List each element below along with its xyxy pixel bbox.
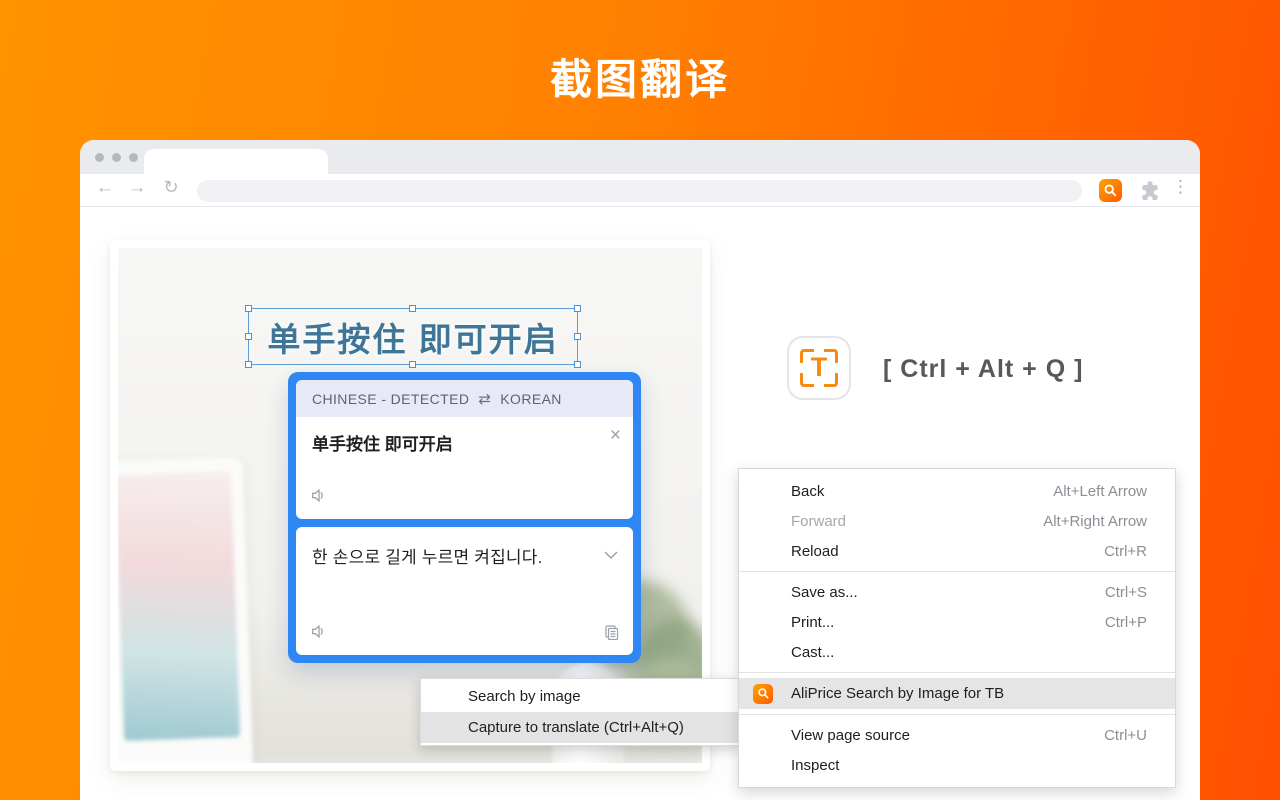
- photo-tablet: [118, 457, 254, 763]
- menu-item-aliprice[interactable]: AliPrice Search by Image for TB: [739, 678, 1175, 709]
- aliprice-extension-button[interactable]: [1099, 179, 1122, 202]
- active-tab[interactable]: [144, 149, 328, 174]
- selection-handle[interactable]: [245, 333, 252, 340]
- menu-item-view-source[interactable]: View page source Ctrl+U: [739, 720, 1175, 750]
- selection-handle[interactable]: [409, 361, 416, 368]
- swap-languages-icon[interactable]: ⇄: [478, 390, 491, 408]
- menu-item-label: Capture to translate (Ctrl+Alt+Q): [468, 719, 684, 736]
- target-language-label[interactable]: KOREAN: [500, 391, 562, 407]
- translation-panel: 한 손으로 길게 누르면 켜집니다.: [296, 527, 633, 655]
- chevron-down-icon[interactable]: [603, 547, 619, 565]
- menu-item-label: Inspect: [791, 757, 839, 774]
- source-text: 单手按住 即可开启: [296, 417, 633, 455]
- extensions-puzzle-icon[interactable]: [1140, 180, 1160, 200]
- close-icon[interactable]: ×: [610, 426, 621, 445]
- menu-separator: [739, 714, 1175, 715]
- submenu-item-capture-to-translate[interactable]: Capture to translate (Ctrl+Alt+Q): [421, 712, 741, 743]
- menu-item-label: Cast...: [791, 644, 834, 661]
- menu-item-label: View page source: [791, 727, 910, 744]
- selected-source-text: 单手按住 即可开启: [267, 313, 558, 361]
- browser-menu-kebab-icon[interactable]: ⋮: [1172, 177, 1189, 197]
- menu-item-back[interactable]: Back Alt+Left Arrow: [739, 476, 1175, 506]
- page-title: 截图翻译: [0, 46, 1280, 107]
- window-dot-icon: [95, 153, 104, 162]
- menu-item-reload[interactable]: Reload Ctrl+R: [739, 536, 1175, 566]
- menu-separator: [739, 672, 1175, 673]
- menu-item-forward: Forward Alt+Right Arrow: [739, 506, 1175, 536]
- window-dot-icon: [129, 153, 138, 162]
- speaker-icon[interactable]: [310, 487, 327, 509]
- menu-item-label: Save as...: [791, 584, 858, 601]
- menu-item-shortcut: Alt+Right Arrow: [1043, 513, 1147, 530]
- tab-bar: [80, 140, 1200, 174]
- selection-handle[interactable]: [574, 333, 581, 340]
- menu-item-print[interactable]: Print... Ctrl+P: [739, 607, 1175, 637]
- back-icon[interactable]: ←: [92, 177, 118, 199]
- capture-icon-letter: T: [789, 352, 849, 383]
- menu-item-shortcut: Ctrl+P: [1105, 614, 1147, 631]
- selection-handle[interactable]: [409, 305, 416, 312]
- menu-item-label: Reload: [791, 543, 839, 560]
- menu-item-shortcut: Ctrl+U: [1104, 727, 1147, 744]
- address-bar[interactable]: [197, 180, 1082, 202]
- menu-item-shortcut: Ctrl+S: [1105, 584, 1147, 601]
- source-panel: CHINESE - DETECTED ⇄ KOREAN 单手按住 即可开启 ×: [296, 380, 633, 519]
- menu-item-shortcut: Ctrl+R: [1104, 543, 1147, 560]
- menu-item-inspect[interactable]: Inspect: [739, 750, 1175, 780]
- language-bar: CHINESE - DETECTED ⇄ KOREAN: [296, 380, 633, 417]
- menu-item-label: Back: [791, 483, 824, 500]
- translated-text: 한 손으로 길게 누르면 켜집니다.: [296, 527, 633, 568]
- forward-icon[interactable]: →: [124, 177, 150, 199]
- selection-handle[interactable]: [245, 361, 252, 368]
- speaker-icon[interactable]: [310, 623, 327, 645]
- context-menu: Back Alt+Left Arrow Forward Alt+Right Ar…: [738, 468, 1176, 788]
- shortcut-keys-label: [ Ctrl + Alt + Q ]: [883, 355, 1083, 384]
- search-icon: [1103, 183, 1118, 198]
- menu-separator: [739, 571, 1175, 572]
- capture-to-translate-icon: T: [787, 336, 851, 400]
- photo-tablet-screen: [118, 471, 240, 741]
- menu-item-shortcut: Alt+Left Arrow: [1053, 483, 1147, 500]
- reload-icon[interactable]: ↻: [158, 177, 184, 198]
- selection-handle[interactable]: [574, 305, 581, 312]
- selection-handle[interactable]: [574, 361, 581, 368]
- menu-item-label: AliPrice Search by Image for TB: [791, 685, 1004, 702]
- aliprice-logo-icon: [753, 684, 773, 704]
- browser-window: ← → ↻ ⋮: [80, 140, 1200, 800]
- menu-item-label: Print...: [791, 614, 834, 631]
- capture-selection-box[interactable]: 单手按住 即可开启: [248, 308, 578, 365]
- translation-popup: CHINESE - DETECTED ⇄ KOREAN 单手按住 即可开启 × …: [288, 372, 641, 663]
- selection-handle[interactable]: [245, 305, 252, 312]
- menu-item-save-as[interactable]: Save as... Ctrl+S: [739, 577, 1175, 607]
- menu-item-cast[interactable]: Cast...: [739, 637, 1175, 667]
- browser-toolbar: ← → ↻ ⋮: [80, 174, 1200, 207]
- copy-icon[interactable]: [603, 624, 619, 645]
- source-language-label[interactable]: CHINESE - DETECTED: [312, 391, 469, 407]
- capture-submenu: Search by image Capture to translate (Ct…: [420, 678, 742, 746]
- menu-item-label: Forward: [791, 513, 846, 530]
- page-content: 单手按住 即可开启 CHINESE - DETECTED ⇄ KOREAN 单手…: [80, 207, 1200, 800]
- submenu-item-search-by-image[interactable]: Search by image: [421, 681, 741, 712]
- window-dot-icon: [112, 153, 121, 162]
- menu-item-label: Search by image: [468, 688, 581, 705]
